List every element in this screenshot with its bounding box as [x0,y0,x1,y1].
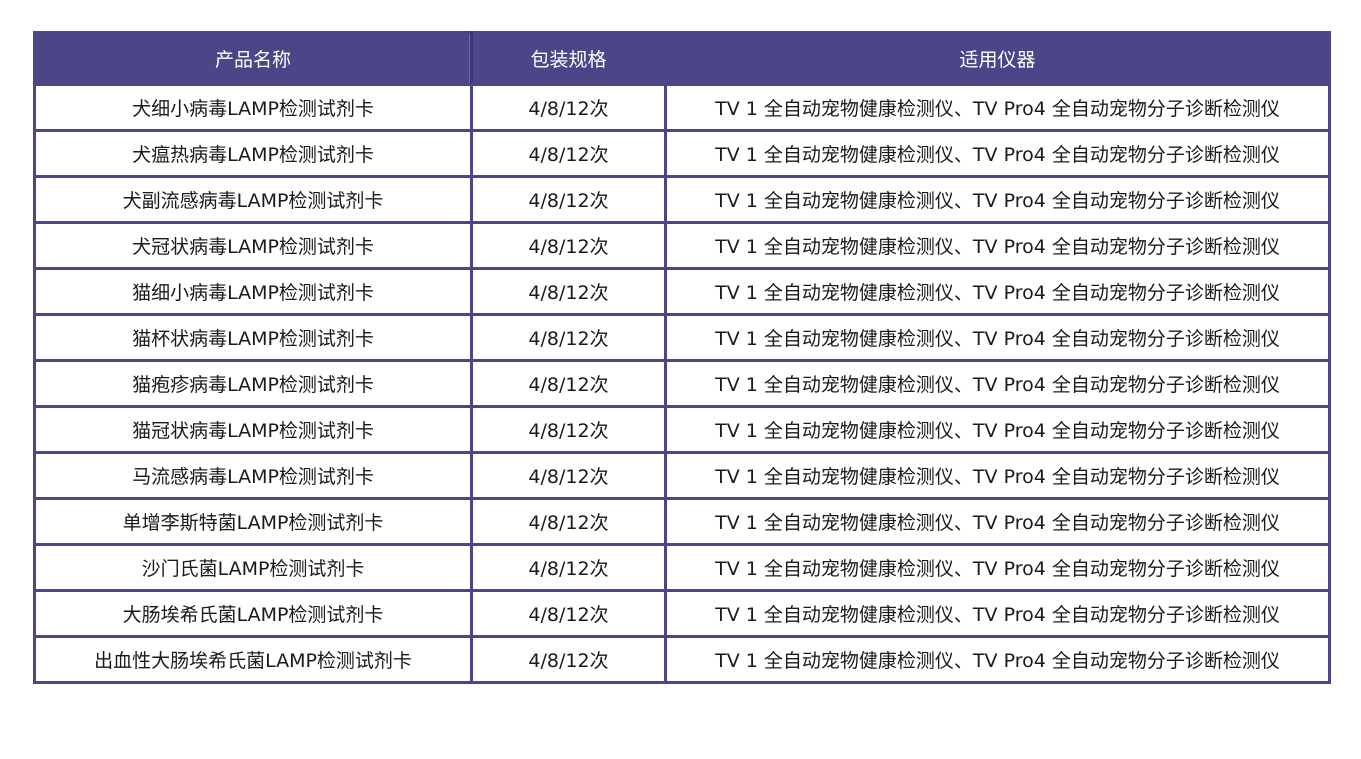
table-row: 猫杯状病毒LAMP检测试剂卡 4/8/12次 TV 1 全自动宠物健康检测仪、TV … [33,313,1331,362]
table-row: 沙门氏菌LAMP检测试剂卡 4/8/12次 TV 1 全自动宠物健康检测仪、TV P… [33,543,1331,592]
cell-product-name: 犬瘟热病毒LAMP检测试剂卡 [33,129,473,178]
cell-applicable-instrument: TV 1 全自动宠物健康检测仪、TV Pro4 全自动宠物分子诊断检测仪 [664,635,1331,684]
table-row: 猫冠状病毒LAMP检测试剂卡 4/8/12次 TV 1 全自动宠物健康检测仪、TV … [33,405,1331,454]
table-row: 犬副流感病毒LAMP检测试剂卡 4/8/12次 TV 1 全自动宠物健康检测仪、TV… [33,175,1331,224]
table-row: 犬冠状病毒LAMP检测试剂卡 4/8/12次 TV 1 全自动宠物健康检测仪、TV … [33,221,1331,270]
cell-product-name: 单增李斯特菌LAMP检测试剂卡 [33,497,473,546]
cell-product-name: 马流感病毒LAMP检测试剂卡 [33,451,473,500]
cell-product-name: 犬副流感病毒LAMP检测试剂卡 [33,175,473,224]
cell-package-spec: 4/8/12次 [470,405,667,454]
cell-package-spec: 4/8/12次 [470,451,667,500]
cell-product-name: 猫细小病毒LAMP检测试剂卡 [33,267,473,316]
cell-applicable-instrument: TV 1 全自动宠物健康检测仪、TV Pro4 全自动宠物分子诊断检测仪 [664,175,1331,224]
cell-product-name: 猫疱疹病毒LAMP检测试剂卡 [33,359,473,408]
table-body: 犬细小病毒LAMP检测试剂卡 4/8/12次 TV 1 全自动宠物健康检测仪、TV … [33,83,1331,684]
cell-package-spec: 4/8/12次 [470,221,667,270]
cell-product-name: 猫冠状病毒LAMP检测试剂卡 [33,405,473,454]
cell-product-name: 大肠埃希氏菌LAMP检测试剂卡 [33,589,473,638]
table-row: 单增李斯特菌LAMP检测试剂卡 4/8/12次 TV 1 全自动宠物健康检测仪、TV… [33,497,1331,546]
cell-applicable-instrument: TV 1 全自动宠物健康检测仪、TV Pro4 全自动宠物分子诊断检测仪 [664,129,1331,178]
cell-package-spec: 4/8/12次 [470,589,667,638]
header-row: 产品名称 包装规格 适用仪器 [33,31,1331,86]
header-applicable-instrument: 适用仪器 [664,31,1331,86]
cell-applicable-instrument: TV 1 全自动宠物健康检测仪、TV Pro4 全自动宠物分子诊断检测仪 [664,83,1331,132]
table-row: 犬细小病毒LAMP检测试剂卡 4/8/12次 TV 1 全自动宠物健康检测仪、TV … [33,83,1331,132]
table-row: 马流感病毒LAMP检测试剂卡 4/8/12次 TV 1 全自动宠物健康检测仪、TV … [33,451,1331,500]
table-row: 大肠埃希氏菌LAMP检测试剂卡 4/8/12次 TV 1 全自动宠物健康检测仪、TV… [33,589,1331,638]
table-row: 猫疱疹病毒LAMP检测试剂卡 4/8/12次 TV 1 全自动宠物健康检测仪、TV … [33,359,1331,408]
table-row: 猫细小病毒LAMP检测试剂卡 4/8/12次 TV 1 全自动宠物健康检测仪、TV … [33,267,1331,316]
cell-applicable-instrument: TV 1 全自动宠物健康检测仪、TV Pro4 全自动宠物分子诊断检测仪 [664,543,1331,592]
cell-applicable-instrument: TV 1 全自动宠物健康检测仪、TV Pro4 全自动宠物分子诊断检测仪 [664,313,1331,362]
cell-product-name: 犬冠状病毒LAMP检测试剂卡 [33,221,473,270]
header-product-name: 产品名称 [33,31,473,86]
cell-product-name: 犬细小病毒LAMP检测试剂卡 [33,83,473,132]
cell-product-name: 出血性大肠埃希氏菌LAMP检测试剂卡 [33,635,473,684]
cell-applicable-instrument: TV 1 全自动宠物健康检测仪、TV Pro4 全自动宠物分子诊断检测仪 [664,497,1331,546]
cell-applicable-instrument: TV 1 全自动宠物健康检测仪、TV Pro4 全自动宠物分子诊断检测仪 [664,589,1331,638]
cell-package-spec: 4/8/12次 [470,635,667,684]
cell-applicable-instrument: TV 1 全自动宠物健康检测仪、TV Pro4 全自动宠物分子诊断检测仪 [664,221,1331,270]
cell-package-spec: 4/8/12次 [470,267,667,316]
cell-package-spec: 4/8/12次 [470,497,667,546]
header-package-spec: 包装规格 [470,31,667,86]
cell-product-name: 沙门氏菌LAMP检测试剂卡 [33,543,473,592]
table-row: 出血性大肠埃希氏菌LAMP检测试剂卡 4/8/12次 TV 1 全自动宠物健康检测仪… [33,635,1331,684]
cell-applicable-instrument: TV 1 全自动宠物健康检测仪、TV Pro4 全自动宠物分子诊断检测仪 [664,267,1331,316]
cell-package-spec: 4/8/12次 [470,313,667,362]
cell-package-spec: 4/8/12次 [470,175,667,224]
cell-package-spec: 4/8/12次 [470,83,667,132]
cell-applicable-instrument: TV 1 全自动宠物健康检测仪、TV Pro4 全自动宠物分子诊断检测仪 [664,405,1331,454]
cell-package-spec: 4/8/12次 [470,543,667,592]
table-header: 产品名称 包装规格 适用仪器 [33,31,1331,86]
cell-applicable-instrument: TV 1 全自动宠物健康检测仪、TV Pro4 全自动宠物分子诊断检测仪 [664,359,1331,408]
cell-applicable-instrument: TV 1 全自动宠物健康检测仪、TV Pro4 全自动宠物分子诊断检测仪 [664,451,1331,500]
product-table: 产品名称 包装规格 适用仪器 犬细小病毒LAMP检测试剂卡 4/8/12次 TV 1… [33,31,1331,684]
product-table-container: 产品名称 包装规格 适用仪器 犬细小病毒LAMP检测试剂卡 4/8/12次 TV 1… [33,31,1331,684]
table-row: 犬瘟热病毒LAMP检测试剂卡 4/8/12次 TV 1 全自动宠物健康检测仪、TV … [33,129,1331,178]
cell-package-spec: 4/8/12次 [470,359,667,408]
cell-package-spec: 4/8/12次 [470,129,667,178]
cell-product-name: 猫杯状病毒LAMP检测试剂卡 [33,313,473,362]
